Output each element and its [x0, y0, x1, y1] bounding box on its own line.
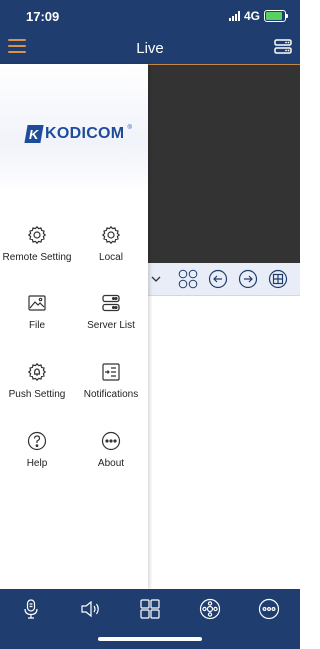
layout-icon[interactable] [268, 269, 288, 289]
ptz-control-icon[interactable] [199, 598, 221, 620]
gear-icon [101, 225, 121, 245]
notifications-list-icon [102, 363, 120, 381]
live-video-view[interactable] [148, 64, 300, 263]
drawer-item-label: Notifications [83, 389, 139, 400]
brand-logo: K KODICOM ® [24, 125, 132, 143]
status-time: 17:09 [26, 9, 60, 24]
gear-bell-icon [27, 362, 47, 382]
logo-mark-icon: K [24, 125, 44, 143]
drawer-item-file[interactable]: File [0, 293, 74, 331]
channel-grid-icon[interactable] [178, 269, 198, 289]
network-label: 4G [243, 9, 260, 23]
more-options-icon[interactable] [258, 598, 280, 620]
arrow-left-icon[interactable] [208, 269, 228, 289]
image-icon [28, 295, 46, 311]
drawer-item-remote-setting[interactable]: Remote Setting [0, 225, 74, 263]
battery-icon [264, 10, 288, 22]
chevron-down-icon[interactable] [150, 269, 162, 289]
drawer-item-label: About [97, 458, 125, 469]
drawer-item-push-setting[interactable]: Push Setting [0, 362, 74, 400]
drawer-item-about[interactable]: About [74, 431, 148, 469]
drawer-item-label: Server List [87, 320, 135, 331]
grid-view-icon[interactable] [139, 598, 161, 620]
drawer-item-label: File [28, 320, 46, 331]
more-icon [101, 431, 121, 451]
registered-mark: ® [127, 125, 132, 131]
drawer-item-server-list[interactable]: Server List [74, 293, 148, 331]
content-area [148, 296, 300, 589]
drawer-item-local[interactable]: Local [74, 225, 148, 263]
microphone-icon[interactable] [20, 598, 42, 620]
status-indicators: 4G [228, 9, 288, 23]
arrow-right-icon[interactable] [238, 269, 258, 289]
drawer-item-notifications[interactable]: Notifications [74, 362, 148, 400]
logo-text: KODICOM [45, 125, 125, 142]
drawer-item-label: Push Setting [8, 389, 66, 400]
drawer-item-label: Local [99, 252, 123, 263]
server-list-icon[interactable] [274, 38, 292, 56]
video-divider [148, 64, 300, 65]
speaker-icon[interactable] [79, 598, 101, 620]
home-indicator[interactable] [98, 637, 202, 641]
page-title: Live [136, 40, 164, 57]
drawer-item-help[interactable]: Help [0, 431, 74, 469]
drawer-item-label: Remote Setting [2, 252, 72, 263]
help-icon [27, 431, 47, 451]
gear-icon [27, 225, 47, 245]
server-list-icon [102, 294, 120, 312]
drawer-item-label: Help [26, 458, 48, 469]
signal-icon [228, 11, 240, 21]
